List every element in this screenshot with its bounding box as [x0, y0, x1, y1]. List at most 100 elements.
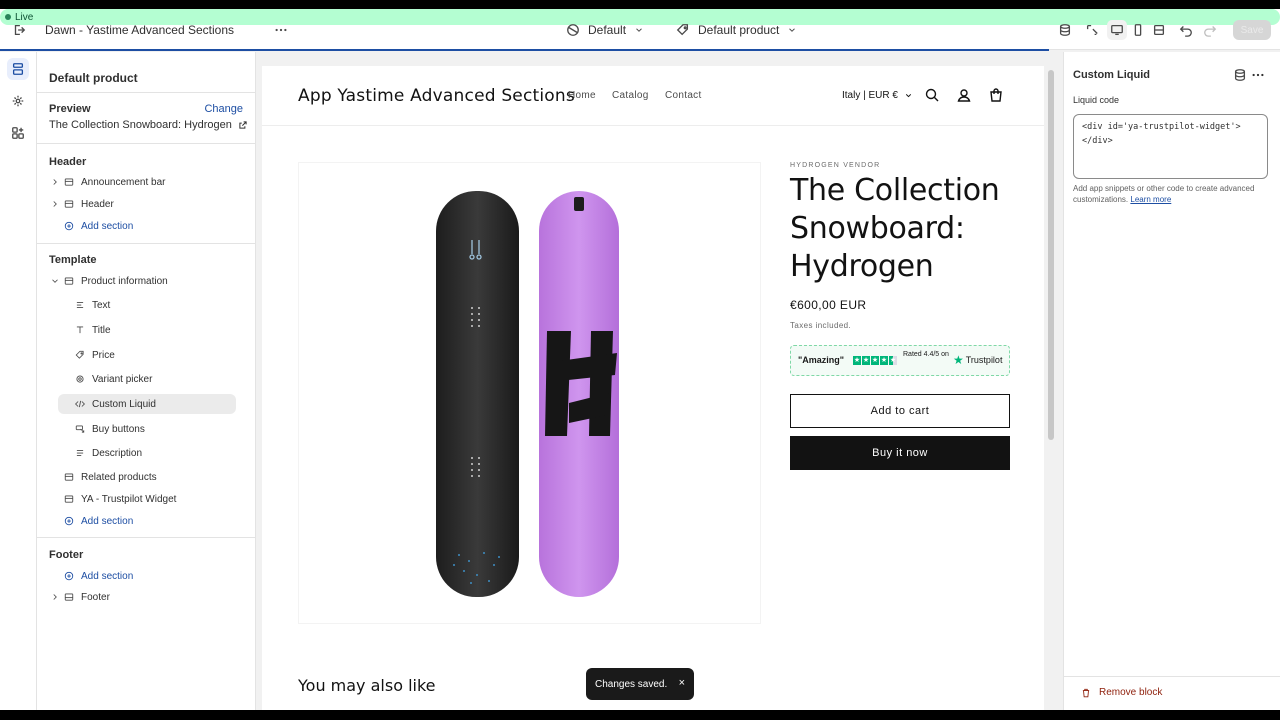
product-select-label: Default product	[698, 22, 780, 37]
star-icon: ★	[862, 356, 870, 365]
chevron-down-icon[interactable]	[49, 276, 61, 286]
add-section-header[interactable]: Add section	[49, 216, 236, 236]
help-text: Add app snippets or other code to create…	[1073, 183, 1268, 205]
product-price: €600,00 EUR	[790, 298, 867, 312]
add-to-cart-button[interactable]: Add to cart	[790, 394, 1010, 428]
account-icon[interactable]	[954, 85, 974, 105]
section-icon	[61, 276, 77, 286]
close-icon[interactable]: ×	[679, 677, 685, 689]
sections-icon[interactable]	[7, 58, 29, 80]
change-preview-link[interactable]: Change	[204, 103, 243, 115]
block-description[interactable]: Description	[58, 443, 236, 463]
chevron-down-icon	[905, 94, 912, 98]
search-icon[interactable]	[922, 85, 942, 105]
code-icon	[72, 399, 88, 409]
store-header: App Yastime Advanced Sections Home Catal…	[262, 66, 1044, 126]
divider	[37, 143, 256, 144]
plus-circle-icon	[61, 571, 77, 581]
nav-link-catalog[interactable]: Catalog	[612, 90, 649, 101]
star-icon: ★	[871, 356, 879, 365]
sidebar-item-label: Product information	[81, 275, 168, 287]
fullscreen-view-icon[interactable]	[1149, 20, 1169, 40]
trustpilot-amazing-label: "Amazing"	[798, 355, 845, 365]
database-icon[interactable]	[1230, 65, 1250, 85]
nav-link-home[interactable]: Home	[568, 90, 596, 101]
block-label: Price	[92, 349, 115, 361]
sidebar-item-related-products[interactable]: Related products	[49, 467, 236, 487]
gear-icon[interactable]	[7, 90, 29, 112]
currency-selector[interactable]: Italy | EUR €	[842, 90, 913, 101]
chevron-right-icon[interactable]	[49, 199, 61, 209]
liquid-code-editor[interactable]: <div id='ya-trustpilot-widget'> </div>	[1073, 114, 1268, 179]
product-select[interactable]: Default product	[676, 9, 797, 50]
price-tag-icon	[72, 350, 88, 360]
section-icon	[61, 177, 77, 187]
desktop-view-icon[interactable]	[1107, 20, 1127, 40]
block-price[interactable]: Price	[58, 345, 236, 365]
trustpilot-widget[interactable]: "Amazing" ★ ★ ★ ★ ★ Rated 4.4/5 on ★ Tru…	[790, 345, 1010, 376]
add-section-footer[interactable]: Add section	[49, 566, 236, 586]
block-variant-picker[interactable]: Variant picker	[58, 369, 236, 389]
toast-message: Changes saved.	[595, 678, 668, 690]
sidebar-item-announcement-bar[interactable]: Announcement bar	[49, 172, 236, 192]
section-icon	[61, 472, 77, 482]
more-options-icon[interactable]	[1248, 65, 1268, 85]
add-section-label: Add section	[81, 515, 134, 527]
preview-product[interactable]: The Collection Snowboard: Hydrogen	[49, 119, 248, 131]
sidebar-item-footer[interactable]: Footer	[49, 587, 236, 607]
block-label: Custom Liquid	[92, 398, 156, 410]
exit-icon[interactable]	[9, 20, 29, 40]
remove-block-label: Remove block	[1099, 687, 1163, 698]
save-button[interactable]: Save	[1233, 20, 1271, 40]
trash-icon	[1082, 688, 1090, 697]
chevron-right-icon[interactable]	[49, 177, 61, 187]
block-buy-buttons[interactable]: Buy buttons	[58, 419, 236, 439]
device-toggle-group	[1107, 20, 1171, 40]
template-group-label: Template	[49, 254, 97, 266]
block-label: Variant picker	[92, 373, 153, 385]
store-name[interactable]: App Yastime Advanced Sections	[298, 86, 575, 106]
block-title[interactable]: Title	[58, 320, 236, 340]
cart-icon[interactable]	[986, 85, 1006, 105]
learn-more-link[interactable]: Learn more	[1130, 195, 1171, 204]
product-media[interactable]	[298, 162, 761, 624]
trustpilot-logo-text: Trustpilot	[965, 355, 1003, 365]
database-icon[interactable]	[1055, 20, 1075, 40]
star-icon: ★	[853, 356, 861, 365]
redo-icon[interactable]	[1200, 20, 1220, 40]
cursor-click-icon	[72, 424, 88, 434]
sidebar-item-trustpilot-widget[interactable]: YA - Trustpilot Widget	[49, 489, 236, 509]
related-products-heading: You may also like	[298, 676, 436, 695]
sidebar-item-label: Related products	[81, 471, 157, 483]
section-icon	[61, 494, 77, 504]
mobile-view-icon[interactable]	[1128, 20, 1148, 40]
header-group-label: Header	[49, 156, 87, 168]
block-label: Text	[92, 299, 111, 311]
external-link-icon	[239, 121, 247, 129]
add-section-template[interactable]: Add section	[49, 511, 236, 531]
undo-icon[interactable]	[1176, 20, 1196, 40]
trustpilot-star-icon: ★	[953, 353, 964, 367]
block-settings-panel: Custom Liquid Liquid code <div id='ya-tr…	[1063, 52, 1280, 710]
chevron-right-icon[interactable]	[49, 592, 61, 602]
nav-link-contact[interactable]: Contact	[665, 90, 702, 101]
block-custom-liquid[interactable]: Custom Liquid	[58, 394, 236, 414]
more-options-icon[interactable]	[271, 20, 291, 40]
preview-scrollbar[interactable]	[1046, 66, 1057, 710]
section-icon	[61, 199, 77, 209]
template-select-label: Default	[588, 22, 627, 37]
footer-group-label: Footer	[49, 549, 84, 561]
sidebar-item-header[interactable]: Header	[49, 194, 236, 214]
template-select[interactable]: Default	[566, 9, 644, 50]
trustpilot-stars: ★ ★ ★ ★ ★	[853, 356, 897, 365]
block-text[interactable]: Text	[58, 295, 236, 315]
sidebar-item-label: Announcement bar	[81, 176, 166, 188]
remove-block-button[interactable]: Remove block	[1081, 687, 1162, 698]
tag-icon	[676, 23, 690, 37]
text-lines-icon	[72, 448, 88, 458]
sidebar-item-product-information[interactable]: Product information	[49, 271, 236, 291]
scrollbar-thumb[interactable]	[1048, 70, 1054, 440]
buy-now-button[interactable]: Buy it now	[790, 436, 1010, 470]
apps-icon[interactable]	[7, 122, 29, 144]
inspector-icon[interactable]	[1082, 20, 1102, 40]
